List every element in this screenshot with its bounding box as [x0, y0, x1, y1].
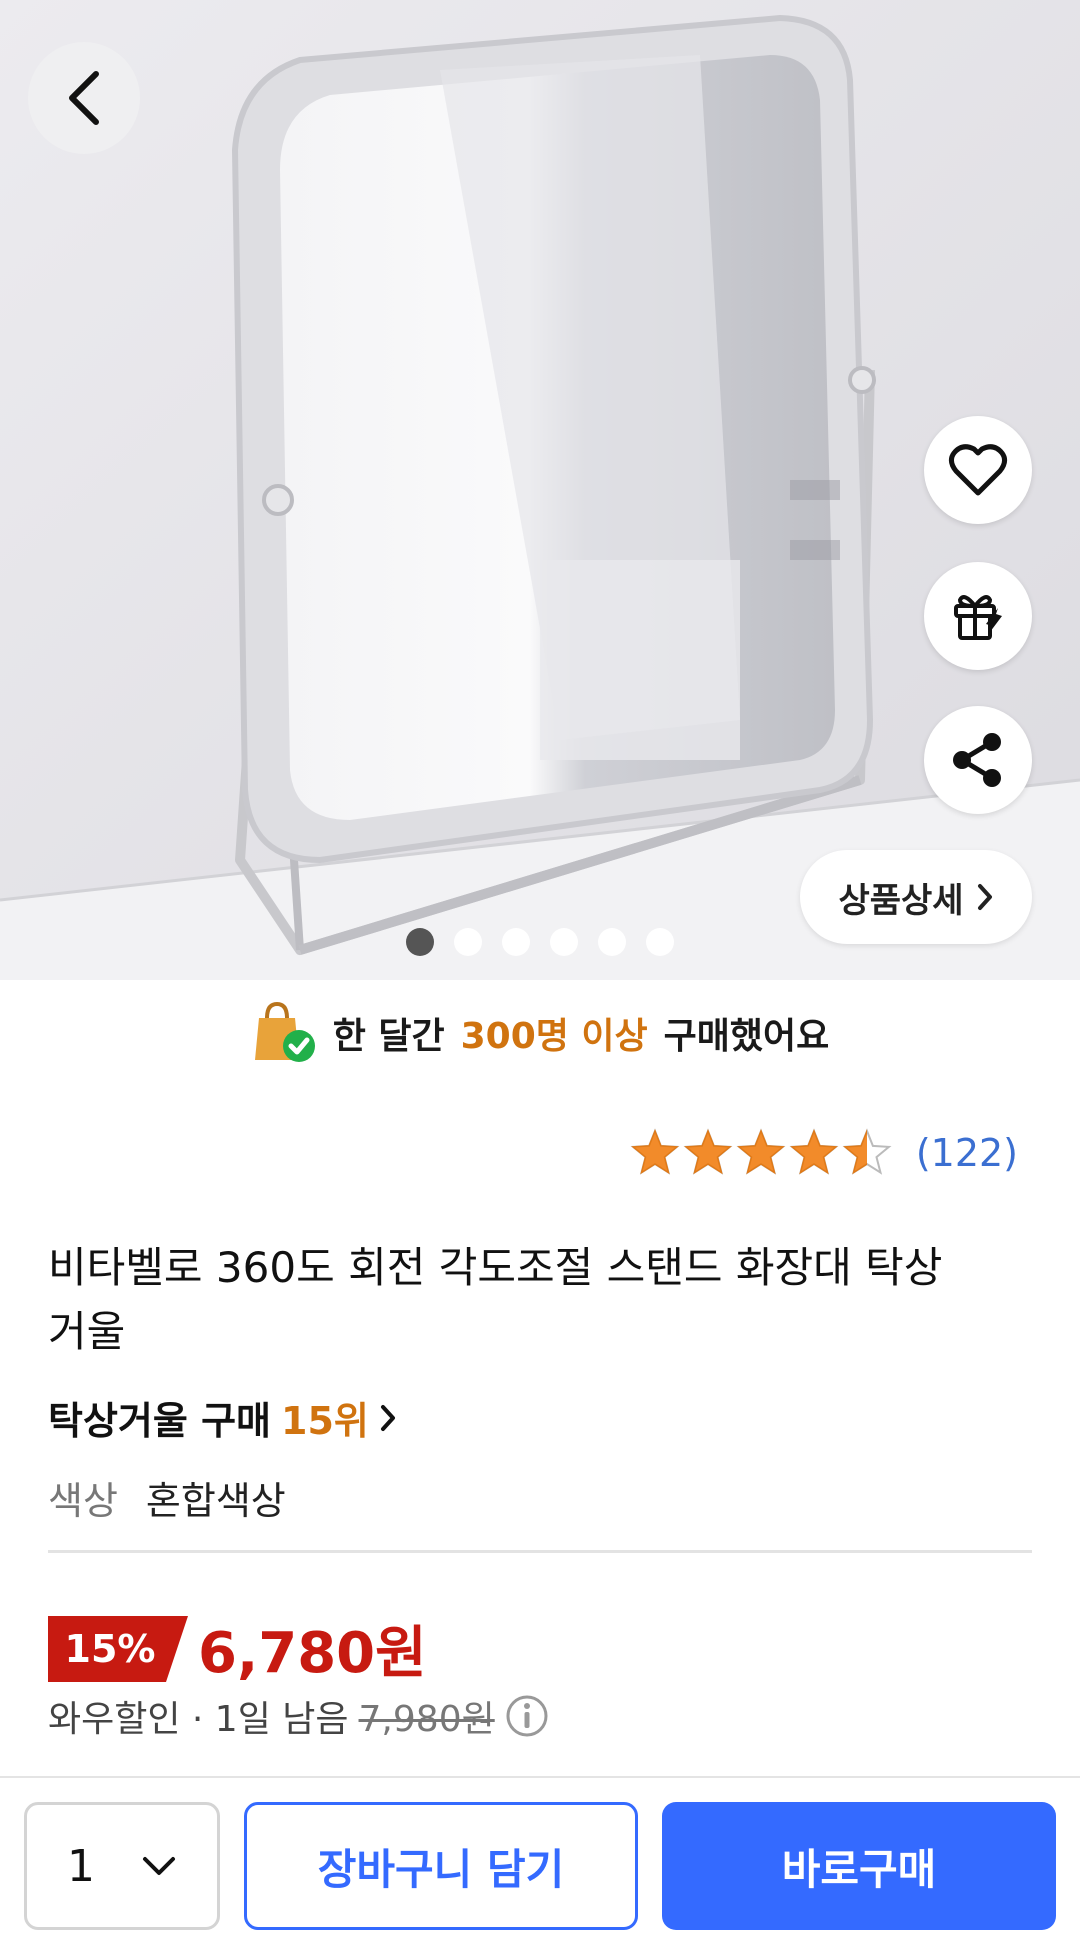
sale-price: 6,780원 [198, 1621, 427, 1686]
add-to-cart-button[interactable]: 장바구니 담기 [244, 1802, 638, 1930]
back-arrow-icon [69, 71, 99, 125]
banner-highlight: 300명 이상 [460, 1016, 648, 1057]
promo-text: 와우할인 · 1일 남음 [48, 1699, 349, 1740]
category-rank-link[interactable]: 탁상거울 구매 15위 [48, 1390, 397, 1445]
carousel-dot[interactable] [598, 928, 626, 956]
banner-suffix: 구매했어요 [663, 1016, 830, 1057]
bottom-action-bar: 1 장바구니 담기 바로구매 [0, 1776, 1080, 1946]
back-button[interactable] [28, 42, 140, 154]
buy-now-button[interactable]: 바로구매 [662, 1802, 1056, 1930]
quantity-select[interactable]: 1 [24, 1802, 220, 1930]
star-icon [789, 1128, 838, 1175]
review-count[interactable]: (122) [916, 1131, 1018, 1175]
product-image [0, 0, 1080, 980]
product-detail-label: 상품상세 [838, 880, 964, 921]
color-value: 혼합색상 [145, 1479, 286, 1523]
product-title: 비타벨로 360도 회전 각도조절 스탠드 화장대 탁상거울 [48, 1243, 943, 1356]
carousel-dot[interactable] [646, 928, 674, 956]
promo-row: 와우할인 · 1일 남음 7,980원 [48, 1690, 549, 1742]
share-button[interactable] [924, 706, 1032, 814]
color-option: 색상 혼합색상 [48, 1470, 286, 1525]
chevron-right-icon [380, 1404, 395, 1431]
info-icon[interactable] [505, 1694, 549, 1738]
quantity-value: 1 [67, 1840, 95, 1892]
gift-button[interactable] [924, 562, 1032, 670]
carousel-indicator [0, 928, 1080, 958]
carousel-dot[interactable] [550, 928, 578, 956]
rank-label: 탁상거울 구매 [48, 1399, 271, 1443]
purchase-count-banner: 한 달간 300명 이상 구매했어요 [0, 988, 1080, 1078]
gift-icon [954, 595, 1002, 640]
carousel-dot[interactable] [454, 928, 482, 956]
carousel-dot[interactable] [502, 928, 530, 956]
rating-summary[interactable]: (122) [630, 1128, 1018, 1178]
shopping-bag-check-icon [254, 1001, 315, 1062]
wishlist-button[interactable] [924, 416, 1032, 524]
star-icon [736, 1128, 785, 1175]
original-price: 7,980원 [358, 1699, 495, 1740]
share-icon [953, 733, 1001, 787]
star-icon [683, 1128, 732, 1175]
chevron-right-icon [977, 884, 992, 910]
rating-stars [630, 1128, 892, 1175]
divider [48, 1550, 1032, 1553]
discount-badge: 15% [48, 1615, 188, 1682]
product-image-carousel[interactable]: 상품상세 [0, 0, 1080, 980]
rank-value: 15위 [281, 1399, 369, 1443]
discount-rate: 15% [64, 1626, 156, 1671]
banner-prefix: 한 달간 [332, 1016, 445, 1057]
carousel-dot[interactable] [406, 928, 434, 956]
heart-icon [948, 444, 1008, 496]
color-label: 색상 [48, 1479, 118, 1523]
price-row: 15% 6,780원 [48, 1608, 427, 1689]
star-icon [630, 1128, 679, 1175]
chevron-down-icon [143, 1857, 175, 1875]
